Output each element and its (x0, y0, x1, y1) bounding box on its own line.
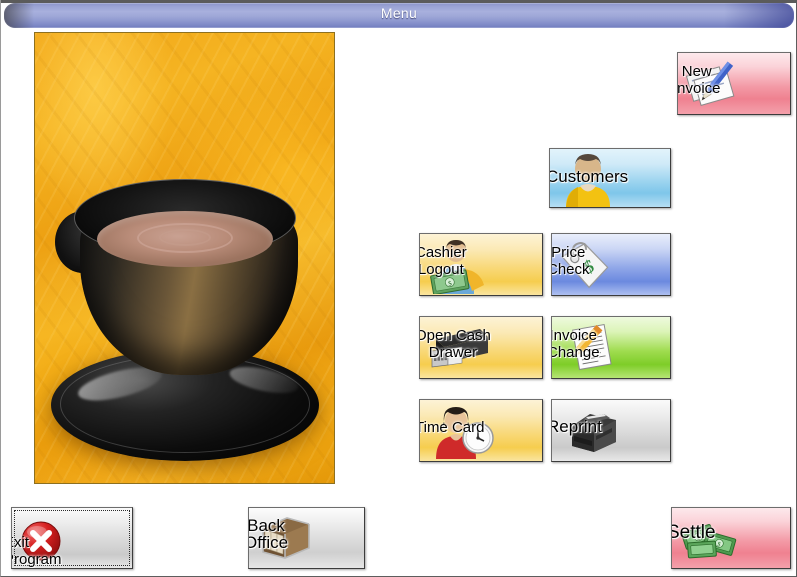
window-title: Menu (380, 5, 418, 21)
settle-button[interactable]: $ $ Settle (671, 507, 791, 569)
time-card-button[interactable]: Time Card (419, 399, 543, 462)
exit-program-label: Exit Program (12, 534, 62, 568)
open-cash-drawer-label: Open Cash Drawer (420, 326, 491, 361)
customers-label: Customers (549, 166, 629, 186)
open-cash-drawer-button[interactable]: Open Cash Drawer (419, 316, 543, 379)
coffee-swirl-inner (158, 229, 211, 246)
customers-button[interactable]: Customers (549, 148, 671, 208)
back-office-button[interactable]: Back Office (248, 507, 365, 569)
settle-label: Settle (671, 521, 716, 543)
svg-text:$: $ (448, 279, 453, 288)
reprint-button[interactable]: Reprint (551, 399, 671, 462)
price-check-button[interactable]: $ Price Check (551, 233, 671, 296)
reprint-label: Reprint (551, 417, 602, 436)
title-bar: Menu (4, 3, 794, 28)
cashier-logout-button[interactable]: $ Cashier Logout (419, 233, 543, 296)
coffee-cup-photo (34, 32, 335, 484)
new-invoice-button[interactable]: New Invoice (677, 52, 791, 115)
exit-program-button[interactable]: Exit Program (11, 507, 133, 569)
time-card-label: Time Card (419, 419, 485, 436)
back-office-label: Back Office (248, 516, 289, 552)
cashier-logout-label: Cashier Logout (419, 243, 467, 278)
pos-main-window: Menu New Invoice Customers $ Cashier Log… (0, 0, 797, 577)
price-check-label: Price Check (551, 243, 590, 278)
invoice-change-label: Invoice Change (551, 326, 600, 361)
invoice-change-button[interactable]: Invoice Change (551, 316, 671, 379)
svg-text:$: $ (716, 541, 722, 549)
new-invoice-label: New Invoice (677, 62, 721, 97)
